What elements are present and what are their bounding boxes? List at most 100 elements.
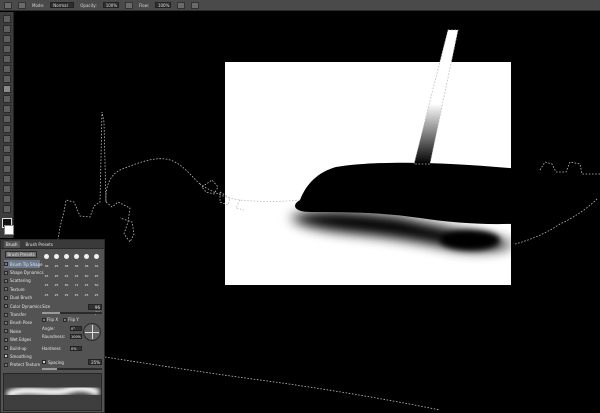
brush-tip-swatch[interactable] bbox=[42, 252, 51, 262]
type-tool-icon[interactable] bbox=[2, 165, 11, 173]
brush-tip-swatch[interactable]: 32 bbox=[92, 262, 101, 272]
pressure-opacity-icon[interactable] bbox=[124, 1, 133, 9]
brush-category-item[interactable]: Dual Brush bbox=[4, 294, 40, 302]
airbrush-icon[interactable] bbox=[176, 1, 185, 9]
tab-brush[interactable]: Brush bbox=[4, 240, 20, 248]
roundness-field[interactable]: 100% bbox=[70, 334, 82, 339]
brush-category-item[interactable]: Protect Texture bbox=[4, 361, 40, 369]
brush-category-item[interactable]: Noise bbox=[4, 327, 40, 335]
brush-tip-swatch[interactable]: 36 bbox=[82, 262, 91, 272]
marquee-tool-icon[interactable] bbox=[2, 25, 11, 33]
hardness-field[interactable]: 0% bbox=[70, 346, 82, 351]
brush-tip-swatch[interactable] bbox=[92, 252, 101, 262]
brush-tip-swatch[interactable]: 36 bbox=[72, 262, 81, 272]
brush-tip-swatch[interactable]: 50 bbox=[82, 271, 91, 281]
brush-tip-swatch[interactable]: 25 bbox=[52, 271, 61, 281]
brush-tip-swatch[interactable]: 50 bbox=[92, 281, 101, 291]
eyedropper-tool-icon[interactable] bbox=[2, 65, 11, 73]
brush-tip-swatch[interactable]: 25 bbox=[72, 271, 81, 281]
clone-stamp-tool-icon[interactable] bbox=[2, 95, 11, 103]
brush-category-checkbox[interactable] bbox=[4, 287, 8, 292]
spacing-option[interactable]: Spacing bbox=[42, 360, 64, 365]
crop-tool-icon[interactable] bbox=[2, 55, 11, 63]
brush-tip-swatch[interactable] bbox=[62, 252, 71, 262]
brush-tool-icon[interactable] bbox=[2, 85, 11, 93]
brush-category-item[interactable]: Color Dynamics bbox=[4, 302, 41, 310]
brush-tip-swatch[interactable]: 25 bbox=[52, 290, 61, 300]
path-select-tool-icon[interactable] bbox=[2, 175, 11, 183]
brush-category-checkbox[interactable] bbox=[4, 320, 8, 325]
move-tool-icon[interactable] bbox=[2, 15, 11, 23]
mode-select[interactable]: Normal bbox=[50, 2, 75, 8]
pen-tool-icon[interactable] bbox=[2, 155, 11, 163]
brush-category-item[interactable]: Brush Tip Shape bbox=[4, 260, 43, 269]
brush-category-checkbox[interactable] bbox=[4, 329, 8, 334]
healing-tool-icon[interactable] bbox=[2, 75, 11, 83]
brush-presets-button[interactable]: Brush Presets bbox=[5, 251, 37, 258]
brush-category-item[interactable]: Scattering bbox=[4, 277, 40, 285]
brush-category-item[interactable]: Wet Edges bbox=[4, 336, 40, 344]
brush-tip-swatch[interactable]: 36 bbox=[62, 262, 71, 272]
brush-tip-swatch[interactable] bbox=[82, 252, 91, 262]
gradient-tool-icon[interactable] bbox=[2, 125, 11, 133]
brush-category-checkbox[interactable] bbox=[4, 295, 8, 300]
history-brush-tool-icon[interactable] bbox=[2, 105, 11, 113]
brush-tip-swatch[interactable]: 25 bbox=[42, 271, 51, 281]
brush-category-checkbox[interactable] bbox=[4, 312, 8, 317]
pressure-size-icon[interactable] bbox=[190, 1, 199, 9]
brush-tip-swatch[interactable]: 25 bbox=[92, 290, 101, 300]
spacing-field[interactable]: 25% bbox=[88, 359, 102, 365]
angle-roundness-widget[interactable] bbox=[83, 323, 101, 341]
shape-tool-icon[interactable] bbox=[2, 185, 11, 193]
brush-category-checkbox[interactable] bbox=[4, 354, 8, 359]
brush-tip-swatch[interactable]: 25 bbox=[42, 290, 51, 300]
brush-category-item[interactable]: Build-up bbox=[4, 344, 40, 352]
brush-tip-swatch[interactable]: 25 bbox=[62, 271, 71, 281]
eraser-tool-icon[interactable] bbox=[2, 115, 11, 123]
quick-select-tool-icon[interactable] bbox=[2, 45, 11, 53]
brush-tip-swatch[interactable]: 25 bbox=[62, 290, 71, 300]
angle-field[interactable]: 0° bbox=[70, 326, 82, 331]
flip-y-option[interactable]: Flip Y bbox=[63, 317, 79, 322]
size-slider[interactable] bbox=[42, 312, 102, 314]
brush-category-item[interactable]: Brush Pose bbox=[4, 319, 40, 327]
flow-field[interactable]: 100% bbox=[154, 2, 171, 8]
brush-tip-swatch[interactable] bbox=[72, 252, 81, 262]
brush-category-checkbox[interactable] bbox=[4, 270, 8, 275]
hand-tool-icon[interactable] bbox=[2, 195, 11, 203]
brush-tip-swatch[interactable]: 25 bbox=[92, 271, 101, 281]
spacing-slider[interactable] bbox=[42, 368, 102, 370]
brush-tip-swatch[interactable]: 50 bbox=[62, 281, 71, 291]
brush-panel-toggle-icon[interactable] bbox=[18, 1, 26, 9]
brush-category-checkbox[interactable] bbox=[4, 278, 8, 283]
flip-x-option[interactable]: Flip X bbox=[42, 317, 58, 322]
brush-category-item[interactable]: Shape Dynamics bbox=[4, 268, 44, 276]
brush-category-item[interactable]: Smoothing bbox=[4, 352, 40, 360]
size-field[interactable]: 96 px bbox=[88, 303, 102, 315]
brush-tip-swatch[interactable]: 25 bbox=[42, 281, 51, 291]
brush-category-checkbox[interactable] bbox=[4, 362, 8, 367]
brush-category-checkbox[interactable] bbox=[4, 346, 8, 351]
flip-y-checkbox[interactable] bbox=[63, 318, 68, 322]
opacity-field[interactable]: 100% bbox=[102, 2, 119, 8]
brush-tip-swatch[interactable] bbox=[52, 252, 61, 262]
brush-category-checkbox[interactable] bbox=[4, 337, 8, 342]
brush-category-item[interactable]: Texture bbox=[4, 285, 40, 293]
brush-tip-swatch[interactable]: 71 bbox=[72, 281, 81, 291]
brush-tip-swatch[interactable]: 25 bbox=[72, 290, 81, 300]
spacing-checkbox[interactable] bbox=[42, 360, 46, 364]
blur-tool-icon[interactable] bbox=[2, 135, 11, 143]
brush-preset-picker-icon[interactable] bbox=[4, 1, 12, 9]
brush-category-item[interactable]: Transfer bbox=[4, 310, 40, 318]
background-color-swatch[interactable] bbox=[4, 225, 14, 235]
brush-tip-swatch[interactable]: 25 bbox=[82, 290, 91, 300]
dodge-tool-icon[interactable] bbox=[2, 145, 11, 153]
flip-x-checkbox[interactable] bbox=[42, 318, 46, 322]
zoom-tool-icon[interactable] bbox=[2, 205, 11, 213]
brush-tip-swatch[interactable]: 36 bbox=[42, 262, 51, 272]
lasso-tool-icon[interactable] bbox=[2, 35, 11, 43]
brush-category-checkbox[interactable] bbox=[4, 304, 8, 309]
brush-category-checkbox[interactable] bbox=[4, 262, 8, 267]
brush-tip-swatch[interactable]: 25 bbox=[82, 281, 91, 291]
brush-tip-swatch[interactable]: 25 bbox=[52, 262, 61, 272]
